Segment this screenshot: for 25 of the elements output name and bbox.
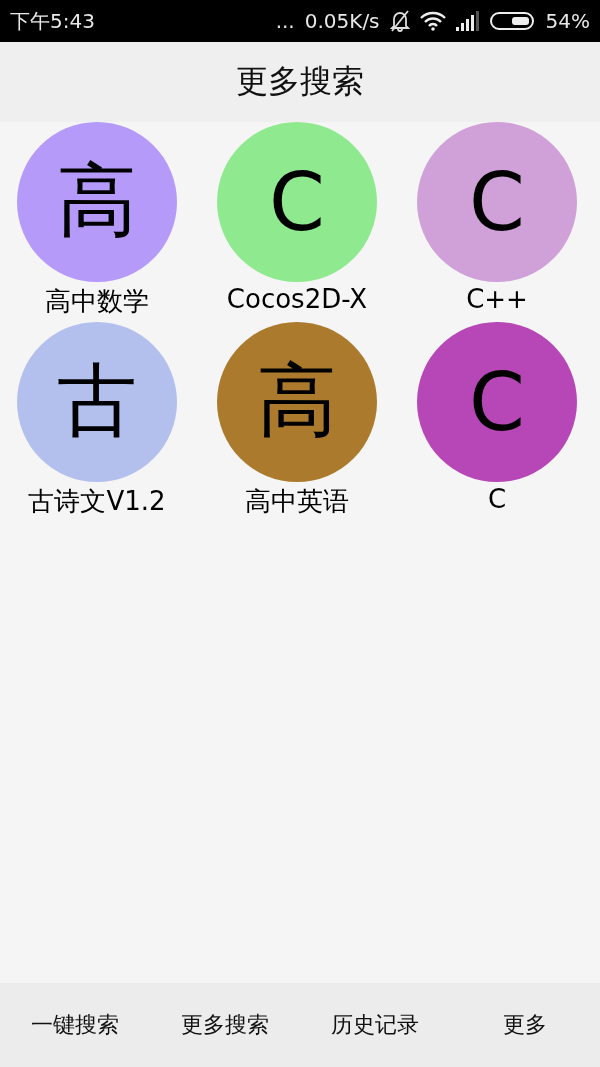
app-label: 高中英语 <box>245 485 349 518</box>
nav-tab[interactable]: 更多搜索 <box>150 1000 300 1050</box>
app-label: C <box>487 484 507 514</box>
app-label: Cocos2D-X <box>226 284 368 314</box>
app-icon[interactable]: C <box>417 322 577 482</box>
nav-tab[interactable]: 更多 <box>450 1000 600 1050</box>
signal-icon <box>455 11 480 31</box>
wifi-icon <box>419 11 446 31</box>
bell-muted-icon <box>389 10 410 32</box>
app-label: C++ <box>466 284 528 314</box>
app-label: 高中数学 <box>45 285 149 318</box>
battery-percent: 54% <box>545 9 590 33</box>
overflow-dots: ... <box>275 9 295 33</box>
app-icon[interactable]: 高 <box>217 322 377 482</box>
page-title: 更多搜索 <box>236 61 364 102</box>
app-icon[interactable]: 高 <box>17 122 177 282</box>
app-label: 古诗文V1.2 <box>28 485 166 518</box>
battery-icon <box>489 11 536 31</box>
app-icon[interactable]: 古 <box>17 322 177 482</box>
app-icon[interactable]: C <box>417 122 577 282</box>
nav-tab[interactable]: 一键搜索 <box>0 1000 150 1050</box>
nav-tab[interactable]: 历史记录 <box>300 1000 450 1050</box>
app-icon[interactable]: C <box>217 122 377 282</box>
status-time: 下午5:43 <box>10 7 95 35</box>
network-speed: 0.05K/s <box>304 9 380 33</box>
